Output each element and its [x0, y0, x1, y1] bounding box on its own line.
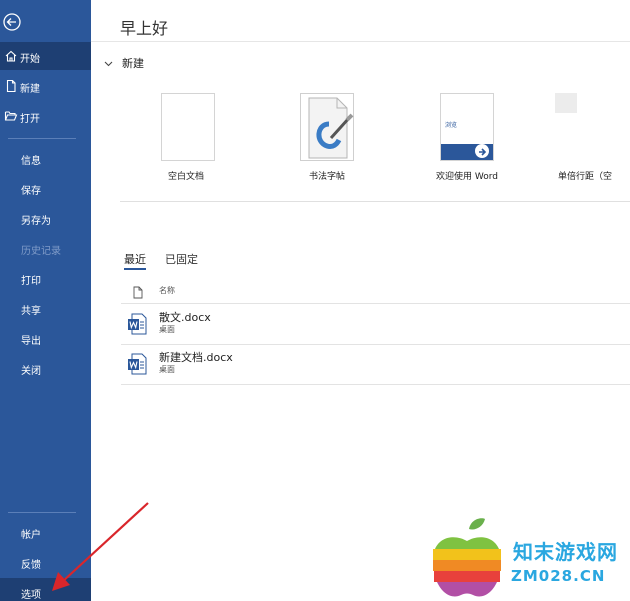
template-thumbnail — [300, 93, 354, 161]
nav-history: 历史记录 — [0, 234, 91, 262]
nav-export-label: 导出 — [21, 336, 41, 347]
nav-save-as[interactable]: 另存为 — [0, 204, 91, 232]
nav-new-label: 新建 — [20, 84, 40, 95]
nav-save[interactable]: 保存 — [0, 174, 91, 202]
template-thumbnail-text: 浏览 — [445, 122, 458, 129]
nav-new[interactable]: 新建 — [0, 72, 91, 100]
template-name: 欢迎使用 Word — [436, 172, 498, 182]
column-name-header[interactable]: 名称 — [159, 285, 175, 296]
template-thumbnail — [161, 93, 215, 161]
nav-history-label: 历史记录 — [21, 246, 61, 257]
nav-account-label: 帐户 — [21, 530, 41, 541]
header-divider — [91, 41, 630, 42]
nav-options[interactable]: 选项 — [0, 578, 91, 601]
file-type-icon — [133, 284, 143, 303]
nav-save-label: 保存 — [21, 186, 41, 197]
template-thumbnail — [555, 93, 577, 113]
back-arrow-icon[interactable] — [2, 12, 22, 32]
home-icon — [4, 49, 18, 63]
nav-options-label: 选项 — [21, 590, 41, 601]
file-location: 桌面 — [159, 365, 175, 374]
new-document-icon — [4, 79, 18, 93]
backstage-main: 早上好 新建 空白文档 书法字帖 浏览 欢迎使用 Word 单倍行距（空 最近 … — [91, 0, 630, 601]
apple-logo-icon — [433, 518, 501, 597]
nav-info[interactable]: 信息 — [0, 144, 91, 172]
nav-close[interactable]: 关闭 — [0, 354, 91, 382]
nav-share[interactable]: 共享 — [0, 294, 91, 322]
nav-open-label: 打开 — [20, 114, 40, 125]
nav-home[interactable]: 开始 — [0, 42, 91, 70]
nav-feedback[interactable]: 反馈 — [0, 548, 91, 576]
arrow-right-icon — [475, 144, 489, 158]
calligraphy-icon — [308, 97, 354, 159]
new-section-label: 新建 — [122, 57, 144, 70]
watermark: 知末游戏网 ZM028.CN — [425, 515, 630, 601]
page-title: 早上好 — [120, 19, 169, 38]
template-name: 书法字帖 — [308, 172, 345, 182]
row-divider — [121, 384, 630, 385]
nav-account[interactable]: 帐户 — [0, 518, 91, 546]
new-section-header[interactable]: 新建 — [104, 55, 144, 71]
word-document-icon — [127, 313, 147, 335]
file-name: 新建文档.docx — [159, 351, 233, 364]
watermark-cn: 知末游戏网 — [513, 540, 618, 564]
recent-file-row[interactable]: 新建文档.docx 桌面 — [121, 345, 630, 385]
nav-feedback-label: 反馈 — [21, 560, 41, 571]
row-divider — [121, 303, 630, 304]
file-location: 桌面 — [159, 325, 175, 334]
nav-print[interactable]: 打印 — [0, 264, 91, 292]
nav-share-label: 共享 — [21, 306, 41, 317]
watermark-en: ZM028.CN — [511, 567, 606, 585]
template-name: 空白文档 — [167, 172, 204, 182]
tab-pinned[interactable]: 已固定 — [165, 251, 198, 267]
nav-print-label: 打印 — [21, 276, 41, 287]
file-name: 散文.docx — [159, 311, 211, 324]
nav-info-label: 信息 — [21, 156, 41, 167]
tab-active-indicator — [124, 268, 146, 270]
template-name: 单倍行距（空 — [558, 172, 613, 182]
nav-export[interactable]: 导出 — [0, 324, 91, 352]
chevron-down-icon — [104, 57, 114, 70]
file-list-header: 名称 — [121, 280, 630, 302]
nav-close-label: 关闭 — [21, 366, 41, 377]
template-thumbnail: 浏览 — [440, 93, 494, 161]
section-divider — [120, 201, 630, 202]
tab-recent[interactable]: 最近 — [124, 251, 146, 267]
word-document-icon — [127, 353, 147, 375]
sidebar-divider-bottom — [8, 512, 76, 513]
sidebar-divider — [8, 138, 76, 139]
nav-open[interactable]: 打开 — [0, 102, 91, 130]
open-folder-icon — [4, 109, 18, 123]
nav-home-label: 开始 — [20, 54, 40, 65]
nav-save-as-label: 另存为 — [21, 216, 51, 227]
recent-file-row[interactable]: 散文.docx 桌面 — [121, 305, 630, 345]
backstage-sidebar: 开始 新建 打开 信息 保存 另存为 历史记录 打印 共享 导出 关闭 帐户 反… — [0, 0, 91, 601]
